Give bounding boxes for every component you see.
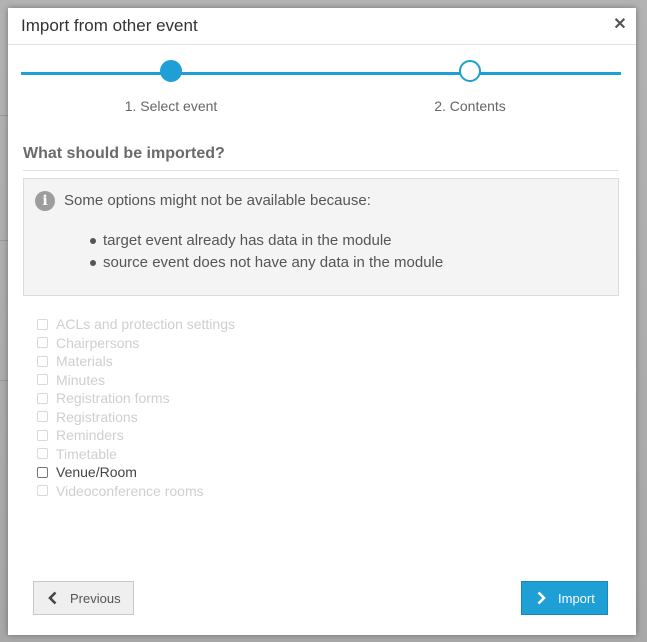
info-reason: target event already has data in the mod…: [90, 230, 443, 252]
checkbox: [37, 448, 48, 460]
step-1-dot: [160, 60, 182, 82]
option-registration-forms: Registration forms: [37, 389, 235, 408]
option-label: Chairpersons: [56, 334, 140, 351]
import-dialog: Import from other event ✕ 1. Select even…: [8, 8, 636, 635]
checkbox: [37, 392, 48, 404]
import-button[interactable]: Import: [521, 581, 608, 615]
option-reminders: Reminders: [37, 426, 235, 445]
option-materials: Materials: [37, 352, 235, 371]
stepper: 1. Select event 2. Contents: [21, 60, 621, 120]
step-2-dot: [459, 60, 481, 82]
dialog-title: Import from other event: [21, 16, 198, 35]
option-acls: ACLs and protection settings: [37, 315, 235, 334]
option-label: Videoconference rooms: [56, 482, 204, 499]
option-label: Registrations: [56, 408, 138, 425]
section-title: What should be imported?: [23, 145, 225, 162]
import-options: ACLs and protection settings Chairperson…: [37, 315, 235, 500]
backdrop-line: [0, 115, 8, 116]
chevron-left-icon: [48, 591, 57, 605]
checkbox: [37, 374, 48, 386]
close-icon[interactable]: ✕: [613, 17, 627, 33]
option-chairpersons: Chairpersons: [37, 334, 235, 353]
checkbox[interactable]: [37, 466, 48, 478]
option-registrations: Registrations: [37, 408, 235, 427]
option-label: Registration forms: [56, 390, 170, 407]
option-label: Materials: [56, 353, 113, 370]
previous-button[interactable]: Previous: [33, 581, 134, 615]
import-button-label: Import: [558, 590, 595, 606]
info-reasons: target event already has data in the mod…: [90, 230, 443, 274]
checkbox: [37, 355, 48, 367]
info-message: i Some options might not be available be…: [23, 178, 619, 296]
option-minutes: Minutes: [37, 371, 235, 390]
backdrop-line: [0, 380, 8, 381]
option-label: ACLs and protection settings: [56, 316, 235, 333]
info-icon: i: [35, 191, 55, 211]
stepper-track: [21, 72, 621, 75]
checkbox: [37, 337, 48, 349]
info-reason: source event does not have any data in t…: [90, 252, 443, 274]
option-label[interactable]: Venue/Room: [56, 464, 137, 480]
checkbox: [37, 411, 48, 423]
backdrop-line: [0, 240, 8, 241]
checkbox: [37, 318, 48, 330]
checkbox: [37, 485, 48, 497]
dialog-titlebar: Import from other event ✕: [8, 8, 636, 45]
checkbox: [37, 429, 48, 441]
chevron-right-icon: [537, 591, 546, 605]
section-divider: [23, 170, 619, 171]
option-label: Timetable: [56, 445, 117, 462]
info-heading: Some options might not be available beca…: [64, 192, 371, 209]
option-timetable: Timetable: [37, 445, 235, 464]
option-label: Reminders: [56, 427, 124, 444]
option-label: Minutes: [56, 371, 106, 388]
previous-button-label: Previous: [70, 590, 121, 606]
option-videoconference-rooms: Videoconference rooms: [37, 482, 235, 501]
option-venue-room[interactable]: Venue/Room: [37, 463, 235, 482]
step-1-label: 1. Select event: [124, 98, 218, 114]
step-2-label: 2. Contents: [434, 98, 506, 114]
